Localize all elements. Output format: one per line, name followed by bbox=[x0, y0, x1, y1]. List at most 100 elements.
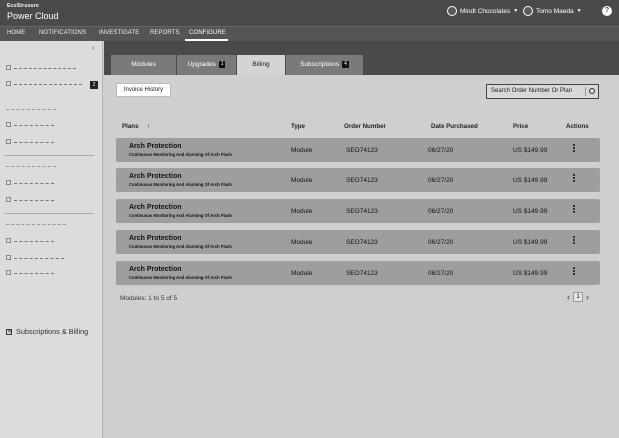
checkbox-icon bbox=[6, 122, 11, 127]
sidebar-item[interactable] bbox=[6, 197, 54, 202]
plan-name: Arch Protection bbox=[129, 173, 182, 180]
search-icon[interactable] bbox=[585, 87, 595, 96]
plan-name: Arch Protection bbox=[129, 235, 182, 242]
sidebar-section-header bbox=[6, 107, 56, 110]
table-row[interactable]: Arch Protection Continuous Monitoring An… bbox=[116, 138, 600, 162]
pagination: ‹ 1 › bbox=[567, 292, 589, 302]
plan-name: Arch Protection bbox=[129, 204, 182, 211]
sidebar-section-header bbox=[6, 164, 56, 167]
page-number[interactable]: 1 bbox=[573, 292, 583, 302]
user-menu[interactable]: Tomo Maeda ▼ bbox=[523, 6, 582, 16]
date-cell: 06/27/20 bbox=[428, 239, 454, 246]
order-number-cell: SEO74123 bbox=[346, 147, 378, 154]
date-cell: 06/27/20 bbox=[428, 147, 454, 154]
nav-investigate[interactable]: INVESTIGATE bbox=[99, 30, 139, 36]
chevron-down-icon: ▼ bbox=[513, 8, 519, 14]
chevron-left-icon[interactable]: ‹ bbox=[567, 292, 570, 302]
main-nav: HOME NOTIFICATIONS INVESTIGATE REPORTS C… bbox=[0, 26, 619, 41]
column-header-type: Type bbox=[291, 123, 305, 130]
more-actions-icon[interactable] bbox=[573, 144, 575, 154]
checkbox-checked-icon: ✕ bbox=[6, 328, 13, 335]
redacted-label bbox=[14, 271, 54, 274]
top-bar: EcoStruxure Power Cloud Mindt Chocolates… bbox=[0, 0, 619, 26]
tab-label: Modules bbox=[131, 61, 156, 68]
pagination-summary: Modules: 1 to 5 of 5 bbox=[120, 295, 178, 302]
tab-modules[interactable]: Modules bbox=[111, 55, 177, 75]
price-cell: US $149.99 bbox=[513, 270, 548, 277]
tab-count-badge: 1 bbox=[218, 60, 226, 68]
company-selector[interactable]: Mindt Chocolates ▼ bbox=[447, 6, 518, 16]
more-actions-icon[interactable] bbox=[573, 174, 575, 184]
search-input[interactable]: Search Order Number Or Plan bbox=[486, 84, 599, 99]
tab-upgrades[interactable]: Upgrades 1 bbox=[177, 55, 237, 75]
plan-description: Continuous Monitoring And Alarming Of Ar… bbox=[129, 152, 232, 157]
brand-logo[interactable]: EcoStruxure Power Cloud bbox=[7, 3, 59, 21]
type-cell: Module bbox=[291, 147, 313, 154]
checkbox-icon bbox=[6, 139, 11, 144]
sidebar-divider bbox=[4, 155, 94, 156]
column-header-date: Date Purchased bbox=[431, 123, 478, 130]
tab-subscriptions[interactable]: Subscriptions 4 bbox=[286, 55, 364, 75]
nav-reports[interactable]: REPORTS bbox=[150, 30, 180, 36]
order-number-cell: SEO74123 bbox=[346, 208, 378, 215]
plan-description: Continuous Monitoring And Alarming Of Ar… bbox=[129, 244, 232, 249]
sidebar-item[interactable] bbox=[6, 180, 54, 185]
column-header-plans[interactable]: Plans bbox=[122, 123, 139, 130]
nav-notifications[interactable]: NOTIFICATIONS bbox=[39, 30, 86, 36]
plan-description: Continuous Monitoring And Alarming Of Ar… bbox=[129, 182, 232, 187]
column-header-price: Price bbox=[513, 123, 529, 130]
checkbox-icon bbox=[6, 270, 11, 275]
table-row[interactable]: Arch Protection Continuous Monitoring An… bbox=[116, 199, 600, 223]
invoice-history-button[interactable]: Invoice History bbox=[116, 83, 171, 97]
tab-count-badge: 4 bbox=[342, 60, 349, 68]
redacted-label bbox=[14, 181, 54, 184]
nav-home[interactable]: HOME bbox=[7, 30, 25, 36]
column-header-actions: Actions bbox=[566, 123, 589, 130]
redacted-label bbox=[14, 82, 82, 85]
sidebar-item[interactable] bbox=[6, 238, 54, 243]
redacted-label bbox=[14, 66, 76, 69]
redacted-label bbox=[14, 198, 54, 201]
sidebar-item-label: Subscriptions & Billing bbox=[16, 327, 89, 336]
company-name: Mindt Chocolates bbox=[460, 7, 511, 15]
sidebar: ‹ 2 ✕ Subscriptions & Billing bbox=[0, 41, 103, 438]
user-name: Tomo Maeda bbox=[536, 7, 574, 15]
price-cell: US $149.99 bbox=[513, 239, 548, 246]
help-icon[interactable]: ? bbox=[602, 6, 612, 16]
table-row[interactable]: Arch Protection Continuous Monitoring An… bbox=[116, 230, 600, 254]
tab-label: Upgrades bbox=[187, 61, 216, 68]
price-cell: US $149.99 bbox=[513, 177, 548, 184]
more-actions-icon[interactable] bbox=[573, 267, 575, 277]
sidebar-item[interactable] bbox=[6, 65, 76, 70]
plan-name: Arch Protection bbox=[129, 266, 182, 273]
checkbox-icon bbox=[6, 81, 11, 86]
sidebar-item[interactable] bbox=[6, 81, 82, 86]
column-header-order-number: Order Number bbox=[344, 123, 386, 130]
plan-description: Continuous Monitoring And Alarming Of Ar… bbox=[129, 275, 232, 280]
plan-description: Continuous Monitoring And Alarming Of Ar… bbox=[129, 213, 232, 218]
sidebar-item[interactable] bbox=[6, 139, 54, 144]
sidebar-item[interactable] bbox=[6, 122, 54, 127]
table-header: Plans ↑ Type Order Number Date Purchased… bbox=[116, 121, 600, 133]
nav-configure[interactable]: CONFIGURE bbox=[189, 30, 226, 36]
date-cell: 06/27/20 bbox=[428, 270, 454, 277]
sidebar-item[interactable] bbox=[6, 270, 54, 275]
tab-label: Subscriptions bbox=[300, 61, 340, 68]
redacted-label bbox=[14, 123, 54, 126]
more-actions-icon[interactable] bbox=[573, 205, 575, 215]
sidebar-item[interactable] bbox=[6, 255, 64, 260]
table-row[interactable]: Arch Protection Continuous Monitoring An… bbox=[116, 168, 600, 192]
sort-ascending-icon[interactable]: ↑ bbox=[147, 123, 150, 130]
price-cell: US $149.99 bbox=[513, 208, 548, 215]
order-number-cell: SEO74123 bbox=[346, 270, 378, 277]
sidebar-item-subscriptions-billing[interactable]: ✕ Subscriptions & Billing bbox=[6, 327, 88, 336]
table-row[interactable]: Arch Protection Continuous Monitoring An… bbox=[116, 261, 600, 285]
checkbox-icon bbox=[6, 255, 11, 260]
more-actions-icon[interactable] bbox=[573, 236, 575, 246]
plan-name: Arch Protection bbox=[129, 143, 182, 150]
redacted-label bbox=[14, 256, 64, 259]
collapse-sidebar-icon[interactable]: ‹ bbox=[92, 45, 94, 52]
tab-billing[interactable]: Billing bbox=[237, 55, 286, 75]
chevron-right-icon[interactable]: › bbox=[586, 292, 589, 302]
user-avatar-icon bbox=[523, 6, 533, 16]
